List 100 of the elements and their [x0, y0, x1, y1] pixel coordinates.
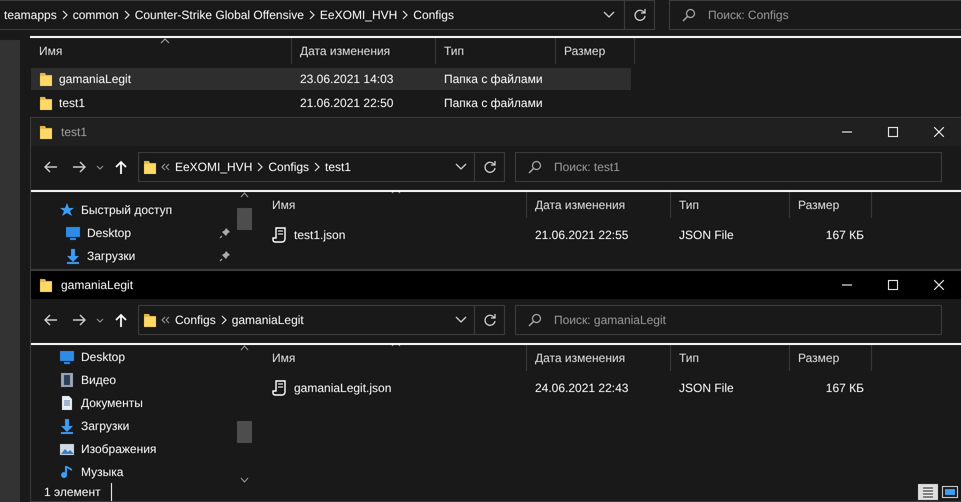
nav-item[interactable]: Изображения	[31, 437, 231, 460]
nav-item[interactable]: Быстрый доступ	[31, 198, 231, 221]
nav-item[interactable]: Desktop	[31, 345, 231, 368]
column-header[interactable]: Дата изменения	[527, 345, 671, 371]
scrollbar-thumb[interactable]	[237, 208, 252, 230]
forward-arrow-icon	[72, 314, 86, 326]
breadcrumb[interactable]: EeXOMI_HVH	[316, 6, 402, 24]
breadcrumb[interactable]: teamapps	[0, 6, 61, 24]
file-name[interactable]: gamaniaLegit	[59, 70, 132, 88]
chevron-right-icon	[313, 162, 322, 172]
breadcrumb[interactable]: EeXOMI_HVH	[171, 158, 256, 176]
column-header[interactable]: Размер	[790, 192, 872, 218]
tiles-icon	[942, 486, 958, 498]
monitor-icon	[59, 348, 75, 364]
music-note-icon	[59, 464, 75, 480]
folder-icon	[39, 277, 53, 293]
maximize-icon	[888, 127, 898, 137]
status-text: 1 элемент	[44, 483, 112, 501]
scroll-icon	[272, 380, 288, 396]
chevron-right-icon	[220, 315, 228, 325]
file-name[interactable]: gamaniaLegit.json	[294, 379, 392, 397]
file-size: 167 КБ	[824, 380, 865, 397]
file-type: Папка с файлами	[443, 71, 544, 88]
sort-caret-icon	[160, 38, 170, 44]
overflow-chevron-icon	[161, 316, 171, 324]
close-icon	[934, 280, 944, 290]
download-icon	[65, 248, 81, 264]
search-field[interactable]: Поиск: test1	[552, 157, 941, 177]
breadcrumb[interactable]: Configs	[409, 6, 458, 24]
search-box[interactable]: Поиск: test1	[515, 152, 942, 182]
search-field[interactable]: Поиск: Configs	[706, 5, 961, 25]
details-view-button[interactable]	[918, 484, 938, 500]
column-header[interactable]: Тип	[671, 345, 790, 371]
address-bar[interactable]: EeXOMI_HVH Configs test1	[138, 152, 505, 182]
caret-down-icon	[603, 11, 615, 19]
file-type: Папка с файлами	[443, 95, 544, 112]
chevron-right-icon	[401, 10, 410, 20]
nav-item[interactable]: Desktop	[31, 221, 231, 244]
column-header[interactable]: Тип	[436, 38, 556, 64]
column-header[interactable]: Дата изменения	[527, 192, 671, 218]
caret-down-icon	[96, 318, 104, 322]
folder-icon	[143, 312, 157, 328]
nav-item[interactable]: Загрузки	[31, 414, 231, 437]
search-box[interactable]: Поиск: Configs	[669, 0, 961, 30]
file-type: JSON File	[678, 227, 735, 244]
search-field[interactable]: Поиск: gamaniaLegit	[552, 310, 941, 330]
scroll-down-icon	[240, 477, 249, 483]
address-bar[interactable]: Configs gamaniaLegit	[138, 305, 505, 335]
close-icon	[934, 127, 944, 137]
file-row[interactable]: test1 21.06.2021 22:50 Папка с файлами	[31, 92, 631, 114]
nav-item[interactable]: Видео	[31, 368, 231, 391]
search-box[interactable]: Поиск: gamaniaLegit	[515, 305, 942, 335]
list-icon	[922, 486, 934, 498]
breadcrumb[interactable]: test1	[321, 158, 356, 176]
file-name[interactable]: test1	[59, 94, 86, 112]
breadcrumb[interactable]: Configs	[171, 311, 220, 329]
column-header[interactable]: Имя	[264, 345, 527, 371]
film-icon	[59, 372, 75, 388]
breadcrumb[interactable]: Counter-Strike Global Offensive	[130, 6, 308, 24]
up-arrow-icon	[115, 160, 127, 174]
refresh-icon	[482, 160, 496, 174]
monitor-icon	[65, 224, 81, 240]
column-header[interactable]: Размер	[556, 38, 635, 64]
nav-item[interactable]: Загрузки	[31, 244, 231, 267]
scroll-up-icon	[240, 192, 249, 198]
refresh-icon	[632, 8, 646, 22]
column-header[interactable]: Размер	[790, 345, 872, 371]
overflow-chevron-icon	[161, 163, 171, 171]
column-header[interactable]: Дата изменения	[292, 38, 436, 64]
chevron-right-icon	[256, 162, 264, 172]
document-icon	[59, 394, 75, 410]
address-bar[interactable]: teamapps common Counter-Strike Global Offensive EeXOMI_HVH Configs	[0, 0, 655, 30]
search-icon	[682, 8, 696, 22]
breadcrumb[interactable]: Configs	[264, 158, 314, 176]
file-name[interactable]: test1.json	[294, 226, 346, 244]
file-date: 23.06.2021 14:03	[299, 71, 394, 88]
up-arrow-icon	[115, 313, 127, 327]
scrollbar-thumb[interactable]	[237, 421, 252, 443]
back-arrow-icon	[44, 314, 58, 326]
forward-arrow-icon	[72, 161, 86, 173]
chevron-right-icon	[60, 10, 69, 20]
chevron-right-icon	[308, 10, 316, 20]
column-header[interactable]: Тип	[671, 192, 790, 218]
folder-icon	[143, 159, 157, 175]
column-header[interactable]: Имя	[264, 192, 527, 218]
folder-icon	[39, 71, 53, 87]
download-icon	[59, 418, 75, 434]
breadcrumb[interactable]: gamaniaLegit	[228, 311, 308, 329]
back-arrow-icon	[44, 161, 58, 173]
column-header[interactable]: Имя	[31, 38, 292, 64]
file-size: 167 КБ	[824, 227, 865, 244]
refresh-icon	[482, 313, 496, 327]
file-date: 24.06.2021 22:43	[534, 380, 630, 397]
file-type: JSON File	[678, 380, 735, 397]
nav-item[interactable]: Документы	[31, 391, 231, 414]
nav-item[interactable]: Музыка	[31, 460, 231, 483]
caret-down-icon	[455, 163, 467, 171]
breadcrumb[interactable]: common	[68, 6, 123, 24]
file-row[interactable]: gamaniaLegit 23.06.2021 14:03 Папка с файлами	[31, 68, 631, 90]
search-icon	[528, 313, 542, 327]
